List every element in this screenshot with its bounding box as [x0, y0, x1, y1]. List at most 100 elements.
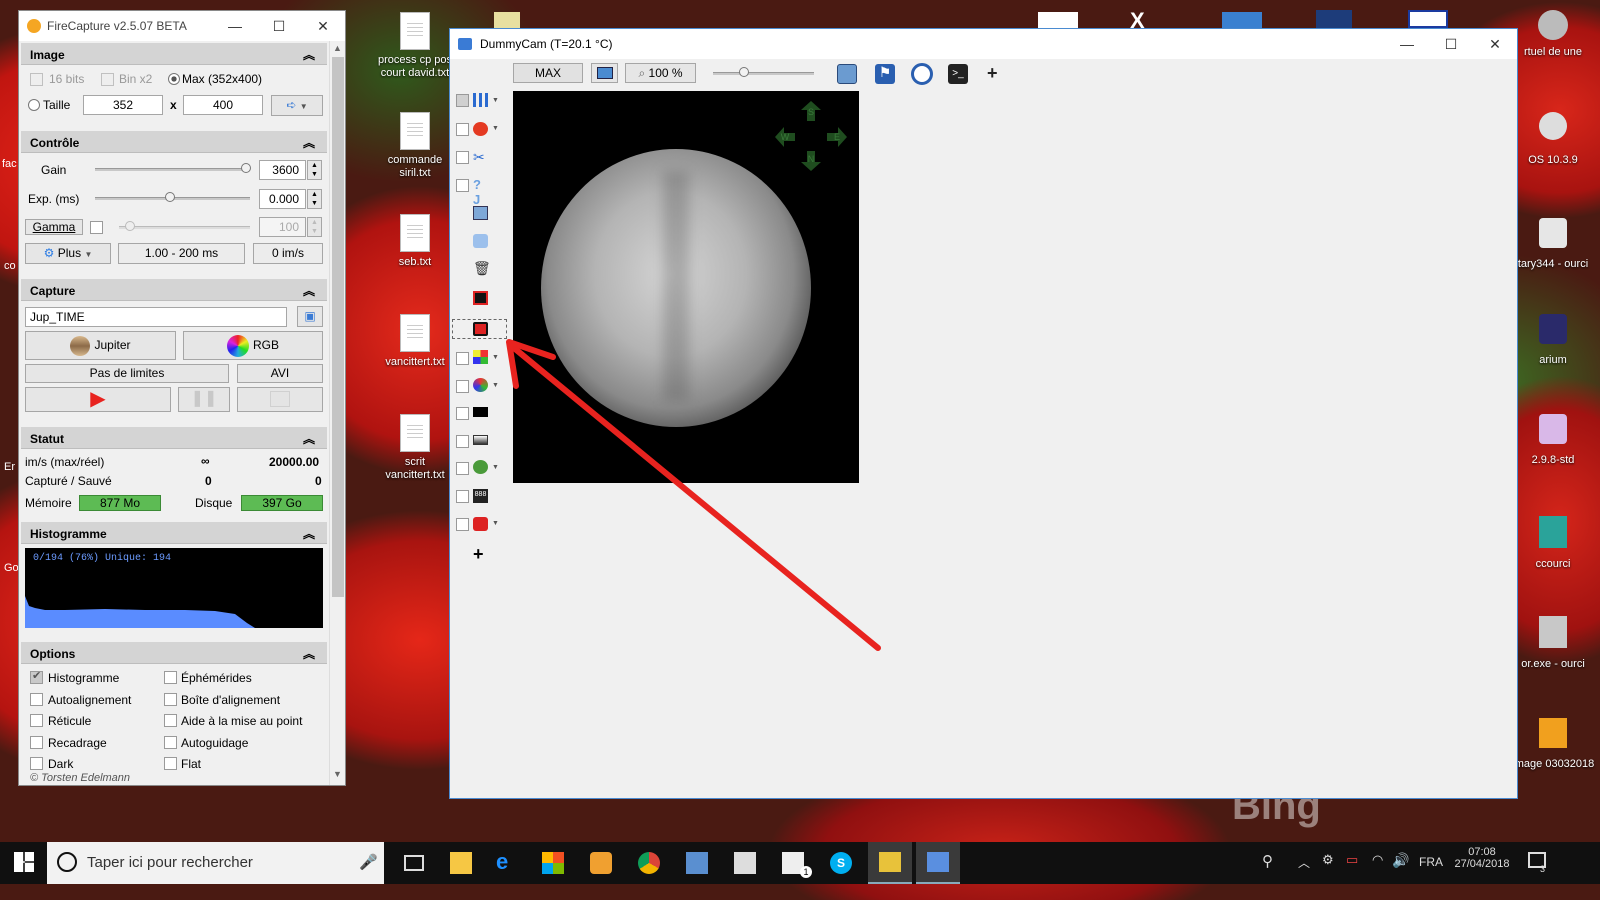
object-jupiter-button[interactable]: Jupiter: [25, 331, 176, 360]
media-player-icon[interactable]: [590, 852, 612, 874]
desktop-icon-tary[interactable]: tary344 - ourci: [1508, 218, 1598, 271]
crosshair-icon[interactable]: [473, 122, 488, 136]
filter-rgb-button[interactable]: RGB: [183, 331, 323, 360]
desktop-icon-file[interactable]: vancittert.txt: [376, 314, 454, 369]
skype-icon[interactable]: S: [830, 852, 852, 874]
desktop-top-icon[interactable]: [1408, 10, 1448, 28]
tool-counter-checkbox[interactable]: [456, 490, 469, 503]
direction-compass[interactable]: S N W E: [775, 101, 847, 173]
counter-icon[interactable]: 888: [473, 489, 488, 503]
compass-left-arrow[interactable]: W: [775, 127, 795, 147]
folder-icon[interactable]: [473, 234, 488, 248]
tool-text-checkbox[interactable]: [456, 179, 469, 192]
section-histogramme-header[interactable]: Histogramme ︽: [21, 522, 327, 544]
taskbar-app-active[interactable]: [868, 842, 912, 884]
close-button[interactable]: ✕: [301, 18, 345, 35]
runner-icon[interactable]: ⚑: [875, 64, 895, 84]
16bit-checkbox[interactable]: [30, 73, 43, 86]
section-capture-header[interactable]: Capture ︽: [21, 279, 327, 301]
size-apply-dropdown[interactable]: ➪ ▼: [271, 95, 323, 116]
option-ephemerides-checkbox[interactable]: [164, 671, 177, 684]
histogram-bars-icon[interactable]: [473, 93, 488, 107]
tool-gradient-checkbox[interactable]: [456, 435, 469, 448]
taskbar-search[interactable]: Taper ici pour rechercher 🎤: [47, 842, 384, 884]
gamma-button[interactable]: Gamma: [25, 219, 83, 235]
desktop-icon-arium[interactable]: arium: [1508, 314, 1598, 367]
store-icon[interactable]: [542, 852, 564, 874]
focus-target-icon[interactable]: [473, 322, 488, 336]
collapse-icon[interactable]: ︽: [303, 645, 315, 662]
camera-preview[interactable]: S N W E: [513, 91, 859, 483]
desktop-top-icon[interactable]: [1316, 10, 1352, 28]
option-recadrage-checkbox[interactable]: [30, 736, 43, 749]
volume-icon[interactable]: 🔊: [1392, 852, 1409, 869]
gamma-field[interactable]: 100: [259, 217, 306, 237]
selected-tool-frame[interactable]: [452, 319, 507, 339]
desktop-icon-os[interactable]: OS 10.3.9: [1508, 112, 1598, 167]
collapse-icon[interactable]: ︽: [303, 46, 315, 63]
option-reticule-checkbox[interactable]: [30, 714, 43, 727]
desktop-top-icon[interactable]: [1038, 12, 1078, 28]
color-grid-icon[interactable]: [473, 350, 488, 364]
section-controle-header[interactable]: Contrôle ︽: [21, 131, 327, 153]
desktop-icon-moon[interactable]: rtuel de une: [1508, 10, 1598, 59]
tool-rgb-checkbox[interactable]: [456, 380, 469, 393]
desktop-icon-exe[interactable]: or.exe - ourci: [1508, 616, 1598, 671]
option-dark-checkbox[interactable]: [30, 757, 43, 770]
remote-desktop-icon[interactable]: [686, 852, 708, 874]
option-boite-alignement-checkbox[interactable]: [164, 693, 177, 706]
gain-slider-knob[interactable]: [241, 163, 251, 173]
pause-button[interactable]: ❚❚: [178, 387, 230, 412]
gamma-spinner[interactable]: ▲ ▼: [307, 217, 322, 237]
collapse-icon[interactable]: ︽: [303, 525, 315, 542]
terminal-icon[interactable]: >_: [948, 64, 968, 84]
dropdown-icon[interactable]: ▼: [492, 125, 499, 132]
trash-icon[interactable]: 🗑: [473, 261, 491, 275]
minimize-button[interactable]: —: [1385, 36, 1429, 53]
text-tool-icon[interactable]: ?J: [473, 177, 488, 207]
option-autoalignement-checkbox[interactable]: [30, 693, 43, 706]
gain-slider[interactable]: [95, 168, 250, 171]
taille-radio[interactable]: [28, 99, 40, 111]
desktop-x-icon[interactable]: X: [1130, 8, 1168, 33]
dropdown-icon[interactable]: ▼: [492, 382, 499, 389]
people-icon[interactable]: ⚲: [1262, 852, 1273, 870]
collapse-icon[interactable]: ︽: [303, 430, 315, 447]
dropdown-icon[interactable]: ▼: [492, 464, 499, 471]
max-radio[interactable]: [168, 73, 180, 85]
battery-icon[interactable]: ▭: [1346, 852, 1358, 868]
chrome-icon[interactable]: [638, 852, 660, 874]
gamma-slider[interactable]: [119, 226, 250, 229]
scrollbar-thumb[interactable]: [332, 57, 344, 597]
tool-tools-checkbox[interactable]: [456, 151, 469, 164]
option-aide-mise-au-point-checkbox[interactable]: [164, 714, 177, 727]
desktop-icon-shortcut[interactable]: ccourci: [1508, 516, 1598, 571]
zoom-button[interactable]: ⌕ 100 %: [625, 63, 696, 83]
desktop-icon-image[interactable]: Image 03032018: [1508, 718, 1598, 771]
record-frame-icon[interactable]: [473, 291, 488, 305]
tool-crosshair-checkbox[interactable]: [456, 123, 469, 136]
microphone-icon[interactable]: 🎤: [359, 853, 378, 871]
binx2-checkbox[interactable]: [101, 73, 114, 86]
globe-icon[interactable]: [473, 460, 488, 474]
exposure-slider-knob[interactable]: [165, 192, 175, 202]
width-field[interactable]: 352: [83, 95, 163, 115]
gain-spinner[interactable]: ▲ ▼: [307, 160, 322, 180]
minimize-button[interactable]: —: [213, 18, 257, 35]
tool-globe-checkbox[interactable]: [456, 462, 469, 475]
desktop-icon-file[interactable]: process cp pos court david.txt: [376, 12, 454, 80]
desktop-icon-std[interactable]: 2.9.8-std: [1508, 414, 1598, 467]
zoom-slider-knob[interactable]: [739, 67, 749, 77]
compass-down-arrow[interactable]: N: [801, 151, 821, 171]
vertical-scrollbar[interactable]: ▲ ▼: [329, 41, 345, 785]
max-button[interactable]: MAX: [513, 63, 583, 83]
dropdown-icon[interactable]: ▼: [492, 97, 499, 104]
collapse-icon[interactable]: ︽: [303, 282, 315, 299]
language-indicator[interactable]: FRA: [1419, 855, 1443, 869]
scroll-up-icon[interactable]: ▲: [333, 43, 342, 53]
start-capture-button[interactable]: ▶: [25, 387, 171, 412]
plus-dropdown[interactable]: ⚙ Plus ▼: [25, 243, 111, 264]
show-hidden-icons[interactable]: ︿: [1298, 854, 1310, 871]
desktop-top-icon[interactable]: [1222, 12, 1262, 28]
format-button[interactable]: AVI: [237, 364, 323, 383]
